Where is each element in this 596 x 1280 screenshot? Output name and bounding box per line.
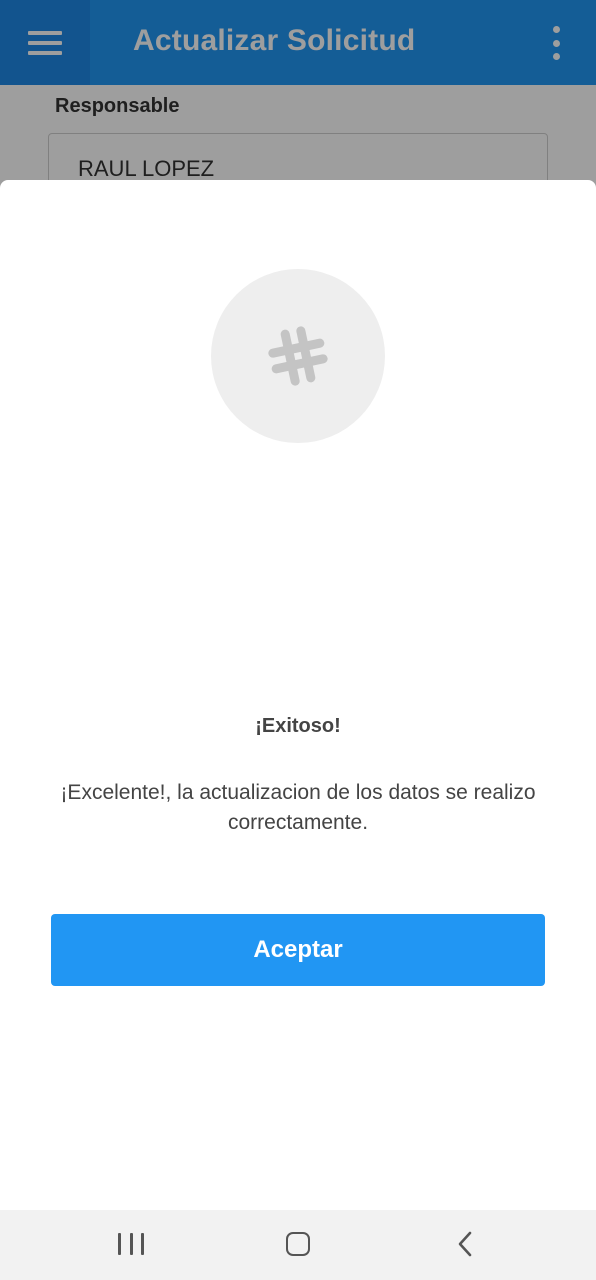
system-nav-bar xyxy=(0,1210,596,1280)
back-icon[interactable] xyxy=(453,1230,477,1258)
home-icon[interactable] xyxy=(286,1232,310,1256)
dialog-icon-badge xyxy=(211,269,385,443)
success-dialog: ¡Exitoso! ¡Excelente!, la actualizacion … xyxy=(0,180,596,1210)
dialog-title: ¡Exitoso! xyxy=(255,715,341,737)
accept-button[interactable]: Aceptar xyxy=(51,914,545,986)
dialog-message: ¡Excelente!, la actualizacion de los dat… xyxy=(60,781,536,834)
hashtag-icon xyxy=(268,326,328,386)
recent-apps-icon[interactable] xyxy=(118,1233,144,1257)
screen: Actualizar Solicitud Responsable RAUL LO… xyxy=(0,0,596,1280)
